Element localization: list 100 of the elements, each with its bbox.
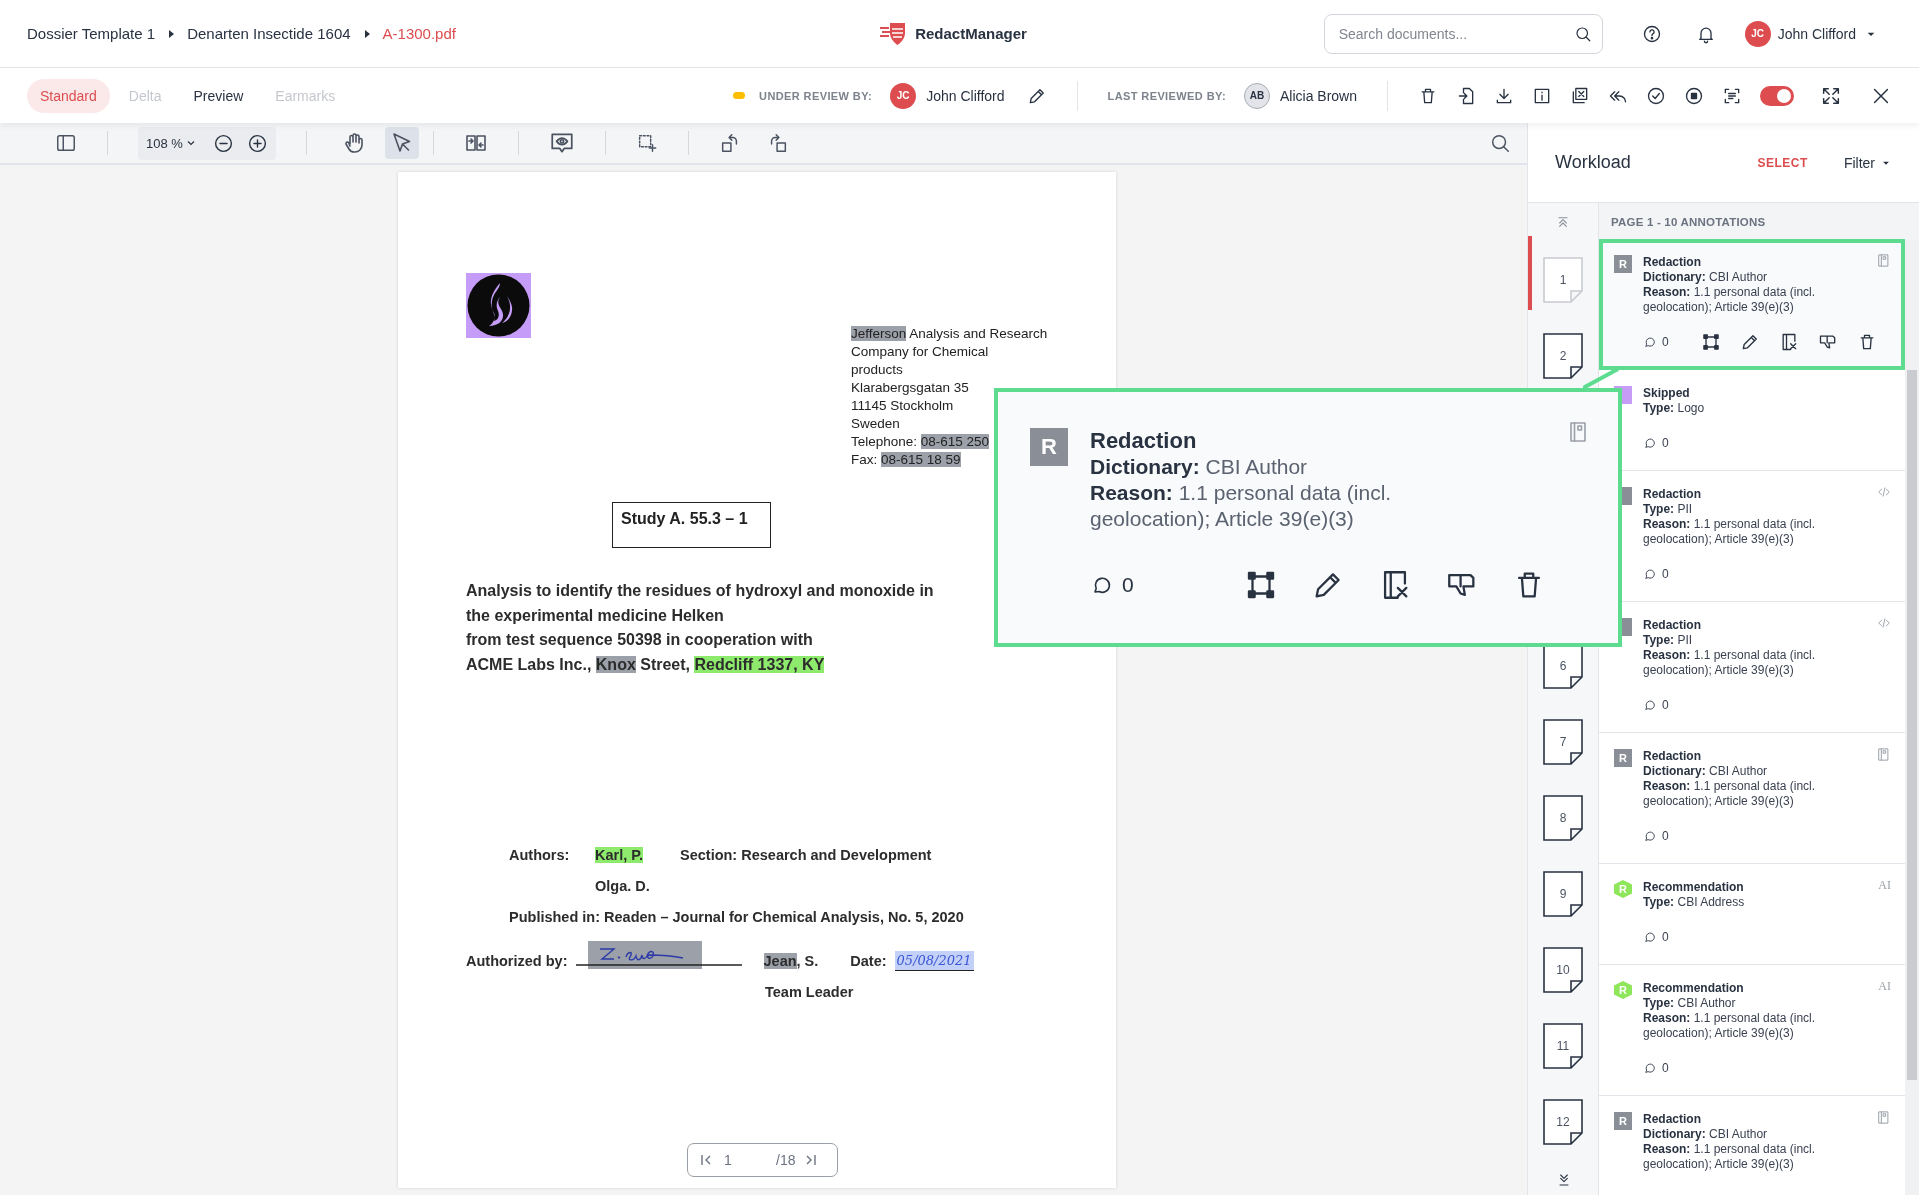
dictionary-icon	[1876, 1110, 1891, 1125]
authorized-label: Authorized by:	[466, 952, 568, 971]
annotation-title: Recommendation	[1643, 880, 1745, 895]
chevron-icon[interactable]	[185, 138, 196, 148]
comment-icon	[1643, 436, 1657, 450]
view-tab[interactable]: Preview	[180, 78, 257, 113]
comment-count: 0	[1662, 1060, 1669, 1076]
breadcrumb-link[interactable]: Denarten Insectide 1604	[187, 25, 351, 42]
page-thumbnail[interactable]: 10	[1543, 947, 1583, 993]
review-label: LAST REVIEWED BY:	[1107, 89, 1226, 102]
page-thumbnail[interactable]: 1	[1543, 257, 1583, 303]
ai-tag: AI	[1878, 878, 1891, 893]
address-line: 11145 Stockholm	[851, 397, 955, 415]
search-icon[interactable]	[1573, 24, 1592, 43]
dictionary-icon	[1876, 253, 1891, 268]
sidebar-icon[interactable]	[55, 132, 77, 154]
annotation-detail: Type: PII	[1643, 633, 1694, 648]
comment-count: 0	[1662, 435, 1669, 451]
annotation-detail: Type: Logo	[1643, 401, 1706, 416]
annotation-detail: Dictionary: CBI Author	[1643, 270, 1769, 285]
comment-count: 0	[1662, 566, 1669, 582]
help-icon[interactable]	[1641, 23, 1662, 44]
page-number-input[interactable]: 1	[722, 1151, 768, 1169]
annotation-title: Redaction	[1643, 749, 1702, 764]
handwritten-date: 05/08/2021	[894, 951, 974, 971]
brand-name: RedactManager	[915, 25, 1027, 42]
page-thumbnail[interactable]: 11	[1543, 1023, 1583, 1069]
comment-icon	[1643, 567, 1657, 581]
zoom-out-icon[interactable]	[212, 132, 234, 154]
authors-label: Authors:	[509, 846, 571, 865]
check-circle-icon[interactable]	[1646, 85, 1666, 106]
scrollbar[interactable]	[1905, 240, 1919, 1195]
author-name: Karl, P.	[595, 846, 645, 865]
breadcrumb-link[interactable]: Dossier Template 1	[27, 25, 156, 42]
comment-icon	[1643, 335, 1657, 349]
page-thumbnail[interactable]: 8	[1543, 795, 1583, 841]
annotation-detail: Type: CBI Author	[1643, 996, 1737, 1011]
resize-frame-icon[interactable]	[1701, 332, 1721, 352]
annotation-title: Redaction	[1643, 1112, 1702, 1127]
comment-count: 0	[1662, 929, 1669, 945]
annotation-type-badge: R	[1614, 749, 1632, 767]
dictionary-icon	[1876, 747, 1891, 762]
search-box[interactable]: Search documents...	[1323, 13, 1603, 54]
zoom-dropdown[interactable]: 108 %	[138, 126, 276, 160]
chevron-icon	[167, 29, 176, 38]
edit-icon[interactable]	[1740, 332, 1760, 352]
reviewer-avatar: AB	[1243, 82, 1270, 109]
view-tab[interactable]: Standard	[27, 78, 110, 113]
close-box-icon[interactable]	[1570, 85, 1590, 106]
filter-dropdown[interactable]: Filter	[1837, 153, 1899, 172]
review-label: UNDER REVIEW BY:	[759, 89, 873, 102]
user-avatar[interactable]: JC	[1744, 20, 1771, 47]
page-thumbnail[interactable]: 2	[1543, 333, 1583, 379]
search-field[interactable]: Search documents...	[1336, 24, 1574, 43]
comment-count: 0	[1122, 572, 1134, 598]
annotation-type-badge: R	[1614, 880, 1632, 898]
date-label: Date:	[850, 952, 887, 971]
annotation-title: Redaction	[1643, 255, 1702, 270]
address-line: Sweden	[851, 415, 901, 433]
address-line: products	[851, 361, 904, 379]
title-line: the experimental medicine Helken	[466, 605, 724, 626]
section-text: Section: Research and Development	[680, 846, 933, 865]
comment-icon	[1643, 829, 1657, 843]
annotation-detail: Dictionary: CBI Author	[1643, 764, 1769, 779]
annotation-detail: Reason: 1.1 personal data (incl. geolocation); Article 39(e)(3)	[1643, 648, 1817, 678]
address-line: Klarabergsgatan 35	[851, 379, 970, 397]
title-line: from test sequence 50398 in cooperation with	[466, 630, 813, 650]
section-header: PAGE 1 - 10 ANNOTATIONS	[1599, 202, 1919, 241]
stop-icon[interactable]	[1684, 85, 1704, 106]
annotation-detail: Dictionary: CBI Author	[1090, 454, 1309, 480]
page-thumbnail[interactable]: 6	[1543, 643, 1583, 689]
flame-logo-icon	[466, 273, 531, 338]
zoom-in-icon[interactable]	[246, 132, 268, 154]
role-text: Team Leader	[765, 983, 855, 1002]
breadcrumb-link[interactable]: A-1300.pdf	[382, 25, 456, 42]
annotation-detail: Reason: 1.1 personal data (incl. geolocation); Article 39(e)(3)	[1643, 779, 1817, 809]
page-thumbnail[interactable]: 12	[1543, 1099, 1583, 1145]
search-icon[interactable]	[1489, 132, 1511, 154]
annotation-type-badge: R	[1614, 255, 1632, 273]
comment-icon	[1643, 1061, 1657, 1075]
annotation-type-badge: R	[1614, 1112, 1632, 1130]
annotation-card[interactable]: R Redaction Dictionary: CBI Author Reason: 1.1 personal data (incl. geolocation); Article 39(e)(3) 0	[1599, 239, 1905, 370]
select-button[interactable]: SELECT	[1751, 154, 1814, 171]
panel-title: Workload	[1555, 152, 1631, 173]
page-thumbnail[interactable]: 7	[1543, 719, 1583, 765]
annotation-title: Skipped	[1643, 386, 1691, 401]
author-name: Olga. D.	[595, 877, 651, 896]
annotation-title: Redaction	[1090, 428, 1198, 454]
page-thumbnail[interactable]: 9	[1543, 871, 1583, 917]
annotation-detail: Type: CBI Address	[1643, 895, 1746, 910]
annotation-detail: Reason: 1.1 personal data (incl. geolocation); Article 39(e)(3)	[1643, 1011, 1817, 1041]
annotation-detail: Reason: 1.1 personal data (incl. geolocation); Article 39(e)(3)	[1643, 285, 1817, 315]
toggle-switch[interactable]	[1760, 85, 1794, 106]
reviewer-name: John Clifford	[926, 87, 1005, 104]
comment-count: 0	[1662, 697, 1669, 713]
import-icon[interactable]	[1456, 85, 1476, 106]
user-name[interactable]: John Clifford	[1777, 25, 1856, 42]
title-line: ACME Labs Inc., Knox Street, Redcliff 1337, KY	[466, 654, 825, 675]
comment-count: 0	[1662, 828, 1669, 844]
study-label: Study A. 55.3 – 1	[612, 502, 771, 548]
